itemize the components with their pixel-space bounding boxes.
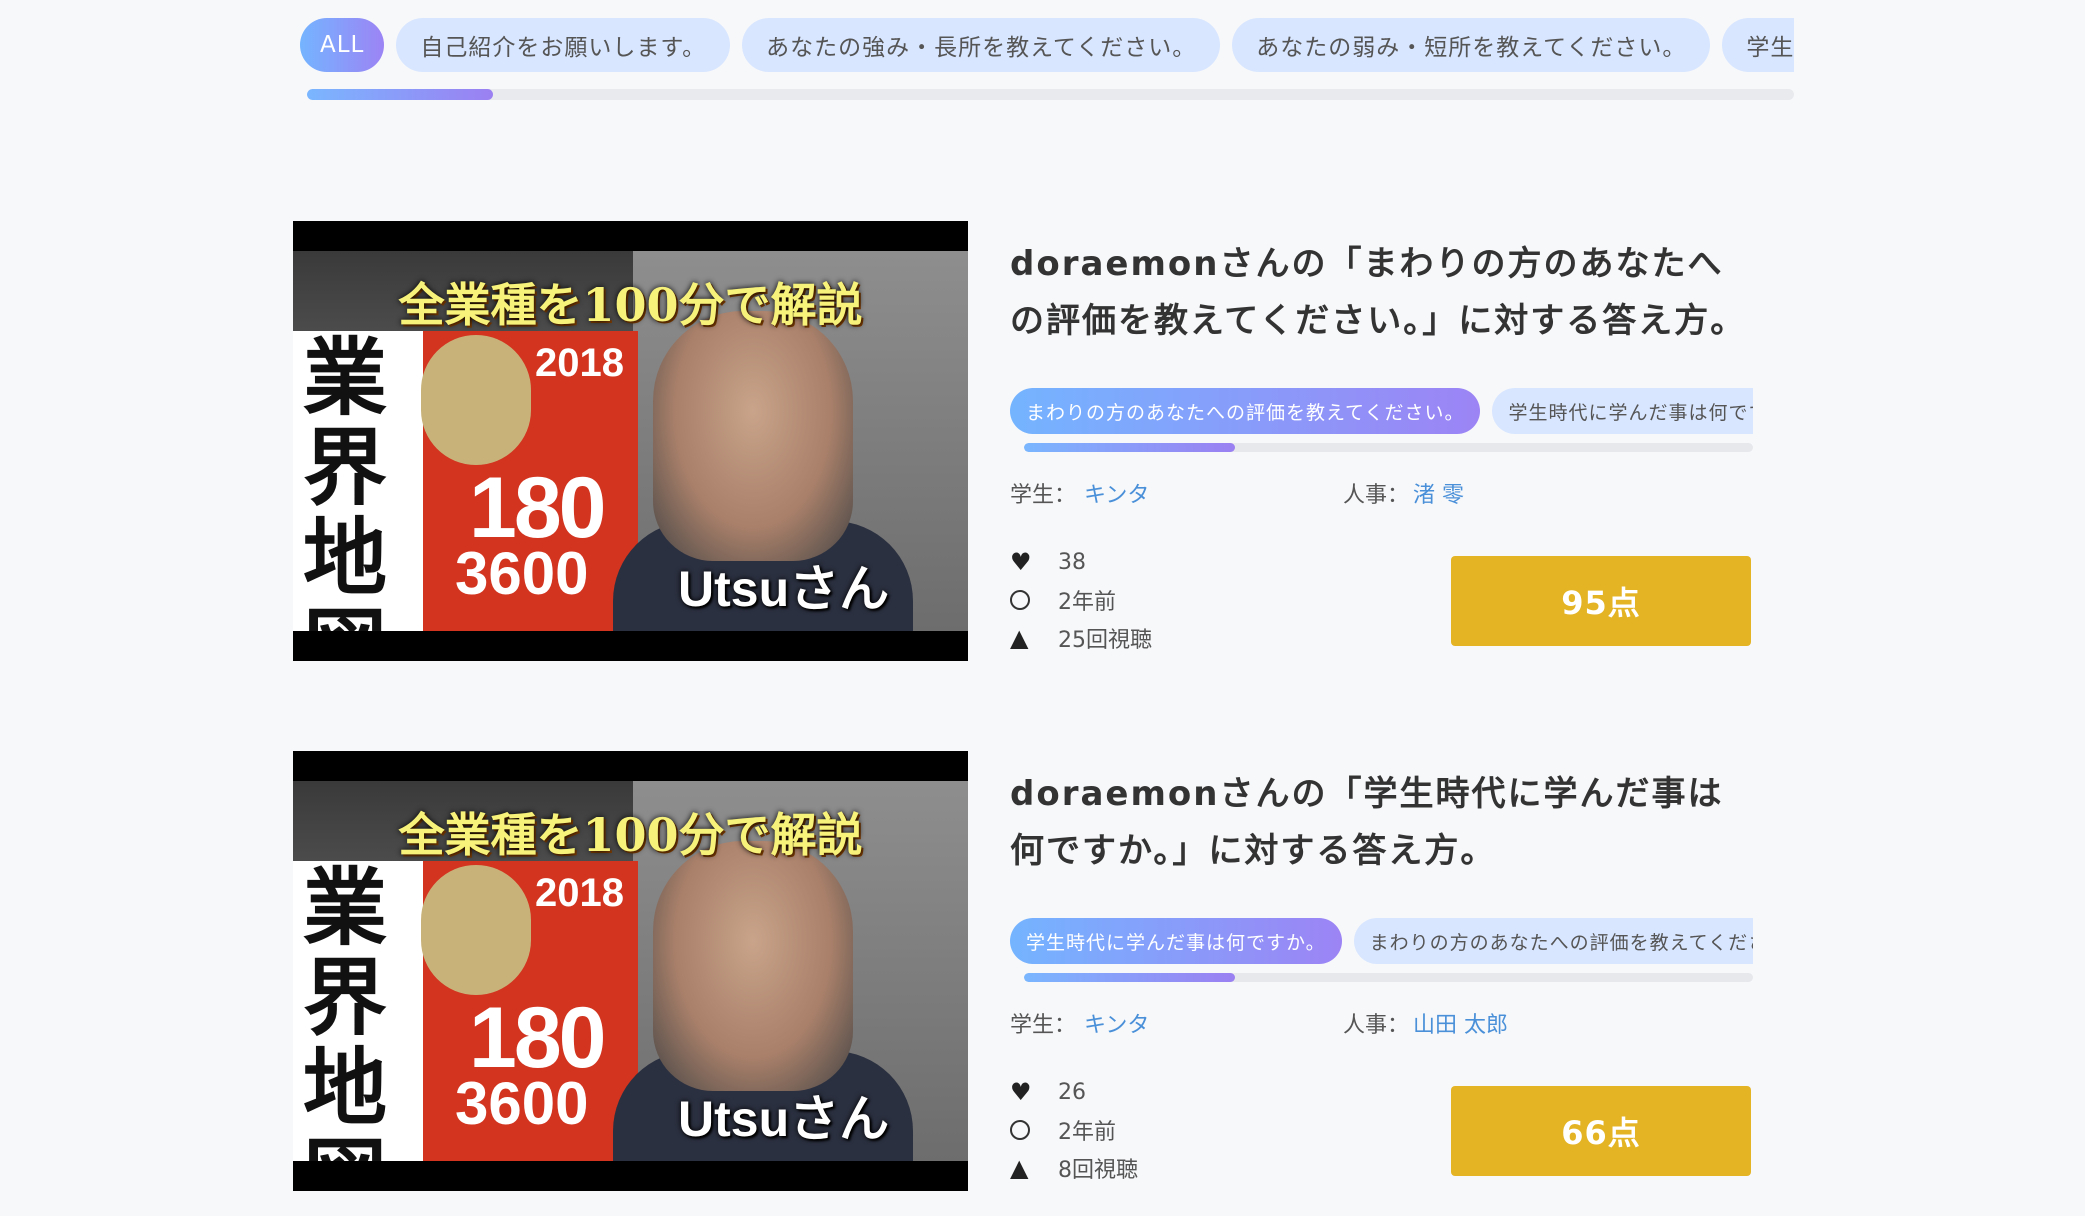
student-name-link[interactable]: キンタ <box>1084 483 1149 508</box>
category-scrollbar[interactable] <box>307 89 1794 100</box>
thumbnail-book-title: 業界地図 <box>303 328 388 632</box>
card-tag-scrollbar[interactable] <box>1024 973 1753 982</box>
thumbnail-book-year: 2018 <box>535 871 624 915</box>
video-thumbnail[interactable]: 業界地図 2018 180 3600 全業種を100分で解説 Utsuさん <box>293 751 968 1191</box>
hr-label: 人事： <box>1343 1013 1410 1038</box>
posted-stat: 2年前 <box>1010 1111 1310 1149</box>
card-tag[interactable]: 学生時代に学んだ事は何ですか。 <box>1010 918 1342 964</box>
category-scrollbar-thumb[interactable] <box>307 89 493 100</box>
likes-stat: ♥ 38 <box>1010 543 1310 581</box>
circle-icon <box>1010 1120 1058 1140</box>
likes-stat: ♥ 26 <box>1010 1073 1310 1111</box>
views-count: 8回視聴 <box>1058 1158 1138 1183</box>
card-stats: ♥ 26 2年前 ▲ 8回視聴 <box>1010 1073 1310 1187</box>
card-tag[interactable]: 学生時代に学んだ事は何ですか。 <box>1492 388 1753 434</box>
posted-stat: 2年前 <box>1010 581 1310 619</box>
thumbnail-book-title: 業界地図 <box>303 858 388 1162</box>
thumbnail-book: 業界地図 2018 180 3600 <box>293 861 638 1161</box>
thumbnail-book-number: 3600 <box>455 540 589 607</box>
thumbnail-person <box>653 311 853 561</box>
category-pill[interactable]: あなたの強み・長所を教えてください。 <box>742 18 1221 72</box>
thumbnail-book-year: 2018 <box>535 341 624 385</box>
video-thumbnail[interactable]: 業界地図 2018 180 3600 全業種を100分で解説 Utsuさん <box>293 221 968 661</box>
card-stats: ♥ 38 2年前 ▲ 25回視聴 <box>1010 543 1310 657</box>
category-pill[interactable]: あなたの弱み・短所を教えてください。 <box>1232 18 1711 72</box>
card-info: doraemonさんの「まわりの方のあなたへの評価を教えてください。」に対する答… <box>1010 221 1753 661</box>
views-stat: ▲ 25回視聴 <box>1010 619 1310 657</box>
views-count: 25回視聴 <box>1058 628 1152 653</box>
page: ALL 自己紹介をお願いします。 あなたの強み・長所を教えてください。 あなたの弱み・… <box>0 0 2085 1216</box>
thumbnail-book: 業界地図 2018 180 3600 <box>293 331 638 631</box>
hr-name-link[interactable]: 山田 太郎 <box>1413 1013 1508 1038</box>
circle-icon <box>1010 590 1058 610</box>
posted-time: 2年前 <box>1058 1120 1116 1145</box>
thumbnail-title: 全業種を100分で解説 <box>398 278 863 332</box>
card-tag-scrollbar-thumb[interactable] <box>1024 973 1236 982</box>
card-people: 学生： キンタ 人事： 山田 太郎 <box>1010 1007 1753 1041</box>
card-tag[interactable]: まわりの方のあなたへの評価を教えてください。 <box>1353 918 1753 964</box>
answer-card[interactable]: 業界地図 2018 180 3600 全業種を100分で解説 Utsuさん do… <box>293 221 1753 661</box>
hr-name-link[interactable]: 渚 零 <box>1413 483 1464 508</box>
card-info: doraemonさんの「学生時代に学んだ事は何ですか。」に対する答え方。 学生時… <box>1010 751 1753 1191</box>
card-title[interactable]: doraemonさんの「まわりの方のあなたへの評価を教えてください。」に対する答… <box>1010 236 1750 350</box>
category-pill[interactable]: 学生時代に学んだ事は何ですか。 <box>1722 18 1794 72</box>
thumbnail-caption: Utsuさん <box>678 561 890 617</box>
student-info: 学生： キンタ <box>1010 1007 1149 1039</box>
answer-card[interactable]: 業界地図 2018 180 3600 全業種を100分で解説 Utsuさん do… <box>293 751 1753 1191</box>
category-filter-bar[interactable]: ALL 自己紹介をお願いします。 あなたの強み・長所を教えてください。 あなたの弱み・… <box>300 18 1794 74</box>
card-tag-bar[interactable]: まわりの方のあなたへの評価を教えてください。学生時代に学んだ事は何ですか。 <box>1010 388 1753 434</box>
thumbnail-image: 業界地図 2018 180 3600 全業種を100分で解説 Utsuさん <box>293 251 968 631</box>
triangle-icon: ▲ <box>1010 624 1029 652</box>
thumbnail-caption: Utsuさん <box>678 1091 890 1147</box>
hr-label: 人事： <box>1343 483 1410 508</box>
category-pill-all[interactable]: ALL <box>300 18 385 72</box>
thumbnail-book-number: 3600 <box>455 1070 589 1137</box>
score-button[interactable]: 66点 <box>1451 1086 1751 1176</box>
thumbnail-book-badge <box>421 865 531 995</box>
student-label: 学生： <box>1010 1013 1077 1038</box>
thumbnail-person <box>653 841 853 1091</box>
card-tag[interactable]: まわりの方のあなたへの評価を教えてください。 <box>1010 388 1481 434</box>
student-name-link[interactable]: キンタ <box>1084 1013 1149 1038</box>
likes-count: 26 <box>1058 1079 1086 1105</box>
card-tag-bar[interactable]: 学生時代に学んだ事は何ですか。まわりの方のあなたへの評価を教えてください。 <box>1010 918 1753 964</box>
triangle-icon: ▲ <box>1010 1154 1029 1182</box>
student-info: 学生： キンタ <box>1010 477 1149 509</box>
views-stat: ▲ 8回視聴 <box>1010 1149 1310 1187</box>
likes-count: 38 <box>1058 549 1086 575</box>
card-tag-scrollbar-thumb[interactable] <box>1024 443 1236 452</box>
category-pill[interactable]: 自己紹介をお願いします。 <box>396 18 731 72</box>
score-button[interactable]: 95点 <box>1451 556 1751 646</box>
student-label: 学生： <box>1010 483 1077 508</box>
thumbnail-title: 全業種を100分で解説 <box>398 808 863 862</box>
heart-icon: ♥ <box>1010 548 1032 576</box>
posted-time: 2年前 <box>1058 590 1116 615</box>
hr-info: 人事：渚 零 <box>1343 477 1464 509</box>
thumbnail-book-badge <box>421 335 531 465</box>
heart-icon: ♥ <box>1010 1078 1032 1106</box>
hr-info: 人事： 山田 太郎 <box>1343 1007 1508 1039</box>
card-title[interactable]: doraemonさんの「学生時代に学んだ事は何ですか。」に対する答え方。 <box>1010 766 1750 880</box>
card-people: 学生： キンタ 人事：渚 零 <box>1010 477 1753 511</box>
thumbnail-image: 業界地図 2018 180 3600 全業種を100分で解説 Utsuさん <box>293 781 968 1161</box>
card-tag-scrollbar[interactable] <box>1024 443 1753 452</box>
